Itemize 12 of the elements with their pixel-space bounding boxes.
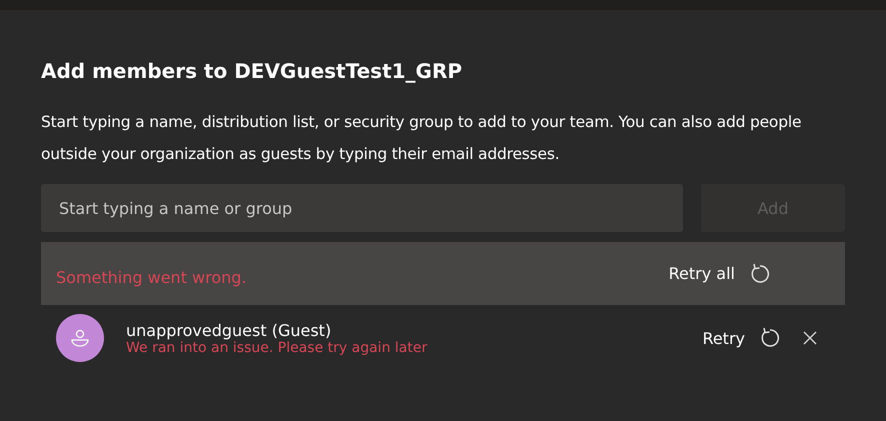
retry-all-button[interactable]: Retry all bbox=[668, 264, 735, 283]
member-name: unapprovedguest (Guest) bbox=[126, 320, 332, 340]
retry-icon[interactable] bbox=[759, 327, 781, 349]
dialog-title: Add members to DEVGuestTest1_GRP bbox=[41, 58, 464, 85]
error-message: Something went wrong. bbox=[56, 267, 248, 287]
person-icon bbox=[70, 328, 90, 348]
retry-button[interactable]: Retry bbox=[702, 328, 745, 348]
retry-icon[interactable] bbox=[749, 262, 771, 284]
search-field[interactable]: Start typing a name or group bbox=[41, 184, 683, 232]
dialog-description: Start typing a name, distribution list, or security group to add to your team. You can also add people outside your organization as guests by typing their email addresses. bbox=[41, 112, 802, 165]
member-error: We ran into an issue. Please try again later bbox=[126, 340, 428, 356]
close-icon[interactable] bbox=[803, 331, 817, 345]
